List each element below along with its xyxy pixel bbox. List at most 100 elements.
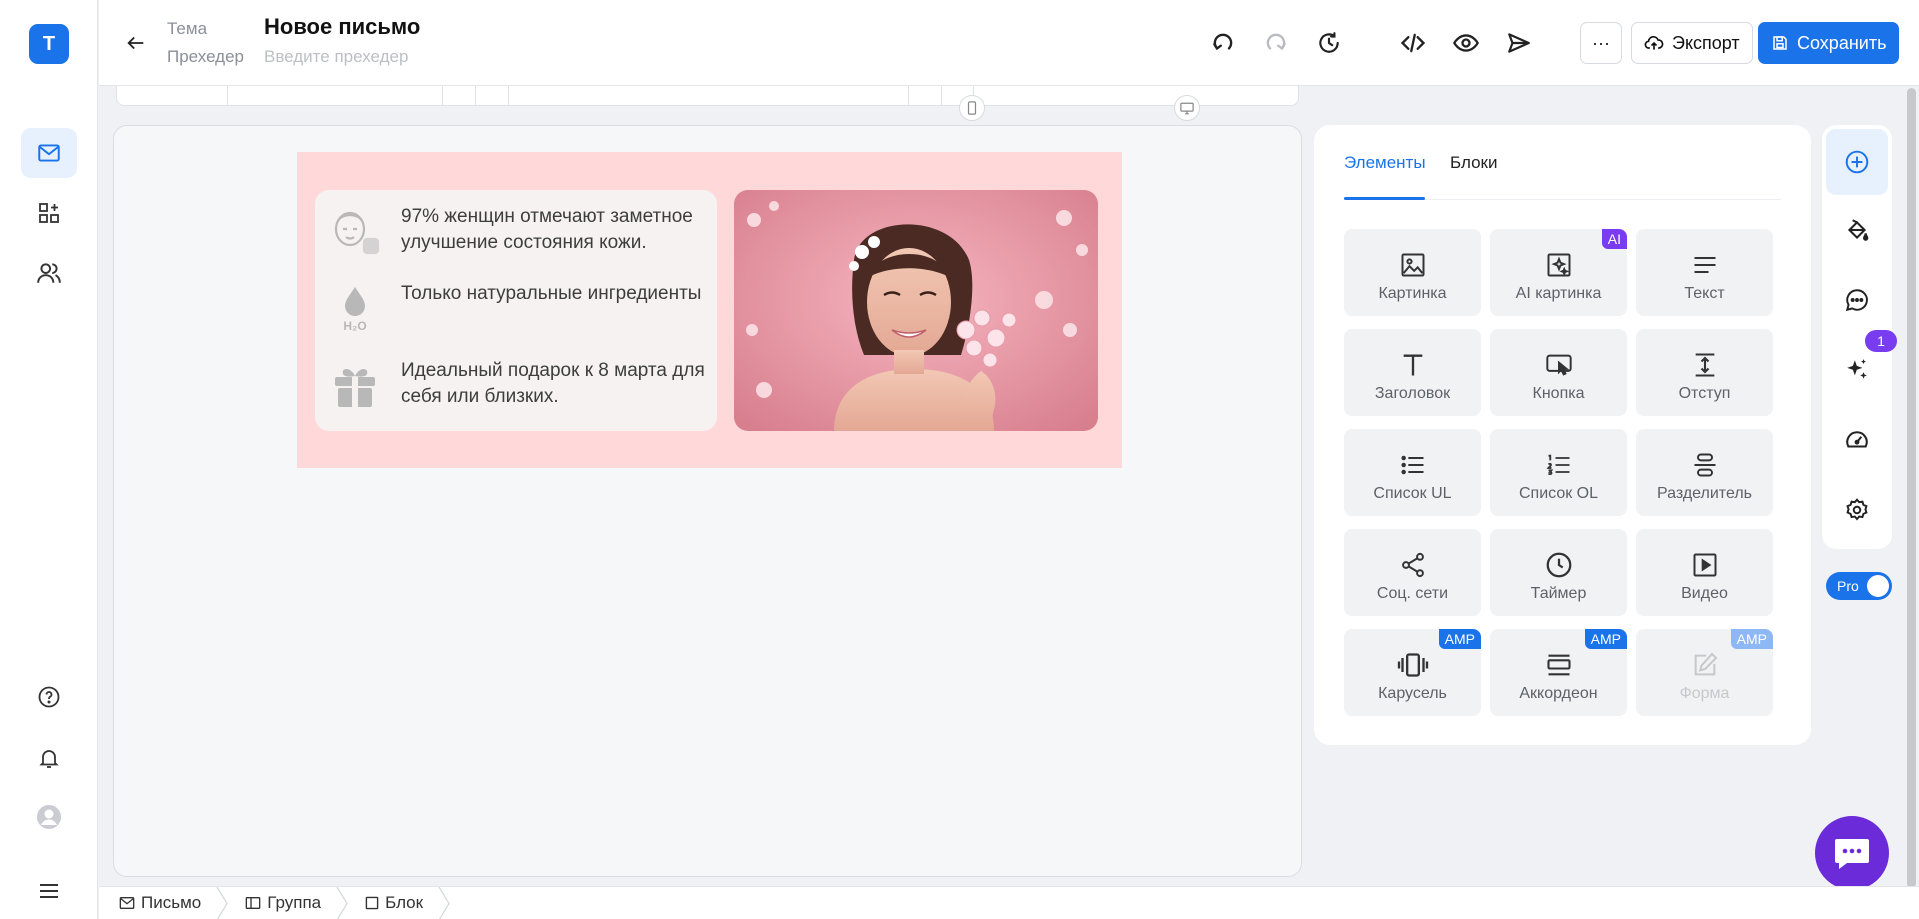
top-bar: Тема Новое письмо Прехедер Введите прехе… — [99, 0, 1919, 86]
share-icon — [1399, 549, 1427, 581]
element-divider[interactable]: Разделитель — [1636, 429, 1773, 516]
feature-text: 97% женщин отмечают заметное улучшение с… — [401, 206, 693, 253]
breadcrumb-item-block[interactable]: Блок — [365, 893, 423, 913]
help-icon — [37, 685, 61, 709]
element-label: Разделитель — [1656, 485, 1752, 502]
email-content-block[interactable]: 97% женщин отмечают заметное улучшение с… — [297, 152, 1122, 468]
spacer-icon — [1691, 349, 1719, 381]
element-ai-image[interactable]: AI AI картинка — [1490, 229, 1627, 316]
add-icon — [1844, 149, 1870, 175]
hero-image[interactable] — [734, 190, 1098, 431]
element-social[interactable]: Соц. сети — [1344, 529, 1481, 616]
feature-text: Только натуральные ингредиенты — [401, 283, 702, 304]
desktop-view-button[interactable] — [1174, 95, 1200, 121]
element-label: Текст — [1684, 285, 1725, 302]
ai-image-icon — [1545, 249, 1573, 281]
element-label: Картинка — [1378, 285, 1447, 302]
more-icon: ··· — [1592, 32, 1610, 53]
element-list-ul[interactable]: Список UL — [1344, 429, 1481, 516]
ai-tag: AI — [1601, 229, 1627, 249]
breadcrumb-item-letter[interactable]: Письмо — [119, 893, 201, 913]
export-button[interactable]: Экспорт — [1631, 22, 1753, 64]
speedometer-icon — [1844, 427, 1870, 453]
columns-icon — [245, 896, 261, 910]
feature-item[interactable]: Идеальный подарок к 8 марта для себя или… — [325, 358, 707, 435]
code-icon — [1399, 29, 1427, 57]
image-icon — [1399, 249, 1427, 281]
redo-button[interactable] — [1259, 26, 1293, 60]
square-icon — [365, 896, 379, 910]
amp-tag: AMP — [1584, 629, 1627, 649]
code-button[interactable] — [1396, 26, 1430, 60]
avatar[interactable] — [21, 792, 77, 842]
nav-mail[interactable] — [21, 128, 77, 178]
preheader-input[interactable]: Введите прехедер — [264, 47, 408, 67]
element-video[interactable]: Видео — [1636, 529, 1773, 616]
feature-text: Идеальный подарок к 8 марта для себя или… — [401, 360, 705, 407]
element-text[interactable]: Текст — [1636, 229, 1773, 316]
elements-panel: Элементы Блоки Картинка AI AI картинка Т… — [1314, 125, 1811, 745]
main-menu-button[interactable] — [21, 866, 77, 916]
undo-icon — [1210, 30, 1236, 56]
undo-button[interactable] — [1206, 26, 1240, 60]
preview-button[interactable] — [1449, 26, 1483, 60]
bell-icon — [37, 746, 61, 770]
feature-item[interactable]: H₂O Только натуральные ингредиенты — [325, 281, 707, 358]
eye-icon — [1452, 29, 1480, 57]
page-scrollbar[interactable] — [1907, 88, 1916, 888]
element-spacer[interactable]: Отступ — [1636, 329, 1773, 416]
element-list-ol[interactable]: Список OL — [1490, 429, 1627, 516]
element-heading[interactable]: Заголовок — [1344, 329, 1481, 416]
tab-blocks[interactable]: Блоки — [1450, 153, 1497, 173]
element-form[interactable]: AMP Форма — [1636, 629, 1773, 716]
breadcrumb-label: Письмо — [141, 893, 202, 912]
performance-button[interactable] — [1826, 407, 1888, 473]
element-button[interactable]: Кнопка — [1490, 329, 1627, 416]
paint-bucket-icon — [1844, 217, 1870, 243]
contacts-icon — [36, 260, 62, 286]
nav-contacts[interactable] — [21, 248, 77, 298]
gear-icon — [1844, 497, 1870, 523]
settings-button[interactable] — [1826, 477, 1888, 543]
right-toolbar: 1 — [1822, 125, 1897, 549]
list-ul-icon — [1398, 449, 1428, 481]
notifications-button[interactable] — [21, 733, 77, 783]
menu-icon — [37, 879, 61, 903]
element-label: Заголовок — [1374, 385, 1451, 402]
element-label: Кнопка — [1532, 385, 1585, 402]
breadcrumb-item-group[interactable]: Группа — [245, 893, 321, 913]
features-list[interactable]: 97% женщин отмечают заметное улучшение с… — [315, 190, 717, 431]
more-button[interactable]: ··· — [1580, 22, 1622, 64]
nav-blocks[interactable] — [21, 188, 77, 238]
element-label: Список UL — [1373, 485, 1452, 502]
support-chat-button[interactable] — [1815, 816, 1889, 890]
element-accordion[interactable]: AMP Аккордеон — [1490, 629, 1627, 716]
sparkles-icon — [1844, 357, 1870, 383]
send-icon — [1506, 30, 1532, 56]
text-icon — [1690, 249, 1720, 281]
chat-icon — [1833, 836, 1871, 870]
add-element-button[interactable] — [1826, 129, 1888, 195]
help-button[interactable] — [21, 672, 77, 722]
save-icon — [1771, 34, 1789, 52]
export-label: Экспорт — [1672, 32, 1740, 53]
mail-icon — [36, 140, 62, 166]
save-button[interactable]: Сохранить — [1758, 22, 1900, 64]
element-timer[interactable]: Таймер — [1490, 529, 1627, 616]
face-mask-icon — [325, 204, 385, 260]
history-button[interactable] — [1312, 26, 1346, 60]
tab-elements[interactable]: Элементы — [1344, 153, 1426, 173]
pro-mode-toggle[interactable]: Pro — [1826, 572, 1892, 600]
mobile-view-button[interactable] — [959, 95, 985, 121]
list-ol-icon — [1544, 449, 1574, 481]
app-logo[interactable]: T — [29, 24, 69, 64]
element-image[interactable]: Картинка — [1344, 229, 1481, 316]
breadcrumb-label: Блок — [385, 893, 424, 912]
back-button[interactable] — [121, 28, 151, 58]
send-button[interactable] — [1502, 26, 1536, 60]
subject-title[interactable]: Новое письмо — [264, 14, 420, 40]
feature-item[interactable]: 97% женщин отмечают заметное улучшение с… — [325, 204, 707, 281]
styles-button[interactable] — [1826, 197, 1888, 263]
element-carousel[interactable]: AMP Карусель — [1344, 629, 1481, 716]
comments-button[interactable] — [1826, 267, 1888, 333]
